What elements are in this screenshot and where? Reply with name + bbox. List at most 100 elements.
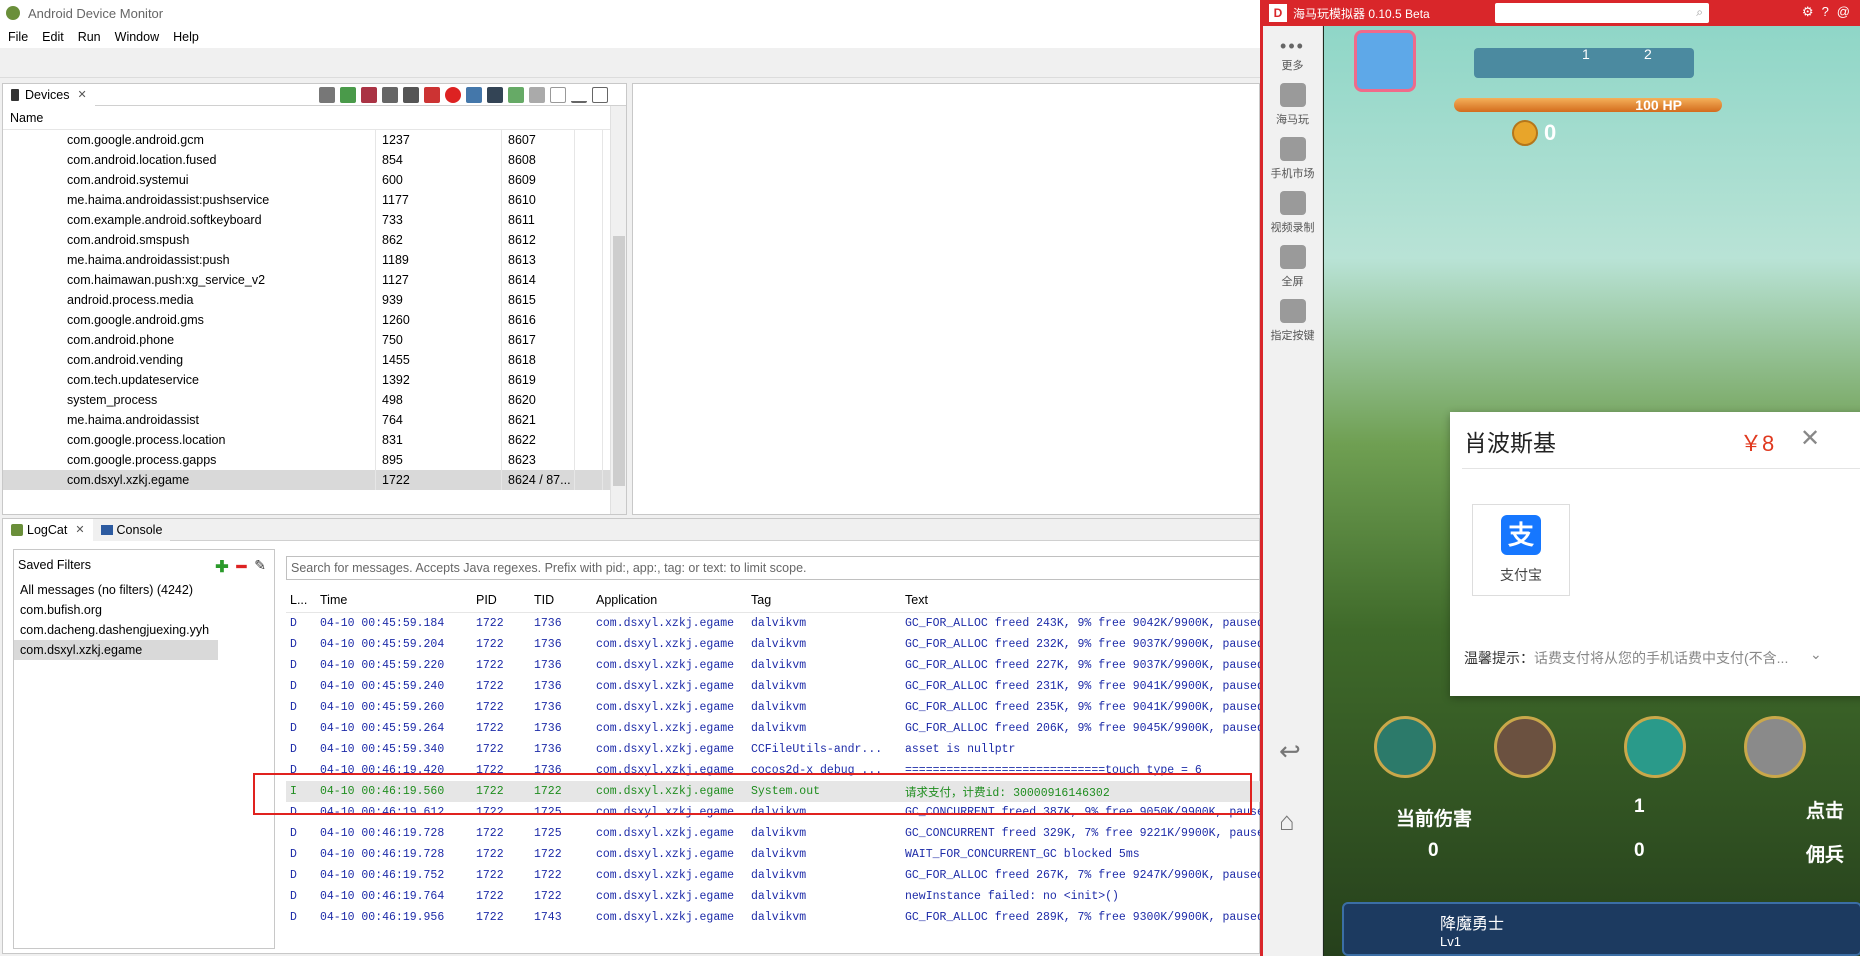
filter-item-selected[interactable]: com.dsxyl.xzkj.egame xyxy=(14,640,218,660)
process-row[interactable]: me.haima.androidassist:push 1189 8613 xyxy=(3,250,613,270)
process-row[interactable]: com.google.process.location 831 8622 xyxy=(3,430,613,450)
tab-logcat[interactable]: LogCat ✕ xyxy=(3,518,93,541)
alipay-button[interactable]: 支 支付宝 xyxy=(1472,504,1570,596)
gift-icon[interactable] xyxy=(1354,30,1416,92)
process-row[interactable]: com.dsxyl.xzkj.egame 1722 8624 / 87... xyxy=(3,470,613,490)
screen-capture-icon[interactable] xyxy=(466,87,482,103)
emulator-search-input[interactable]: ⌕ xyxy=(1495,3,1709,23)
process-row[interactable]: com.tech.updateservice 1392 8619 xyxy=(3,370,613,390)
process-row[interactable]: com.example.android.softkeyboard 733 8611 xyxy=(3,210,613,230)
process-row[interactable]: com.google.android.gms 1260 8616 xyxy=(3,310,613,330)
sidebar-home[interactable]: ⌂ xyxy=(1279,806,1295,837)
log-row[interactable]: D 04-10 00:45:59.340 1722 1736 com.dsxyl.xzk… xyxy=(286,739,1260,760)
log-row[interactable]: D 04-10 00:46:19.420 1722 1736 com.dsxyl.xzk… xyxy=(286,760,1260,781)
log-row[interactable]: D 04-10 00:45:59.260 1722 1736 com.dsxyl.xzk… xyxy=(286,697,1260,718)
process-row[interactable]: android.process.media 939 8615 xyxy=(3,290,613,310)
col-level[interactable]: L... xyxy=(286,593,316,607)
log-row[interactable]: D 04-10 00:46:19.956 1722 1743 com.dsxyl.xzk… xyxy=(286,907,1260,928)
menu-help[interactable]: Help xyxy=(173,30,199,44)
process-row[interactable]: me.haima.androidassist:pushservice 1177 86… xyxy=(3,190,613,210)
menu-edit[interactable]: Edit xyxy=(42,30,64,44)
filter-item[interactable]: com.bufish.org xyxy=(14,600,218,620)
log-row[interactable]: D 04-10 00:46:19.728 1722 1722 com.dsxyl.xzk… xyxy=(286,844,1260,865)
update-heap-icon[interactable] xyxy=(340,87,356,103)
view-menu-icon[interactable] xyxy=(550,87,566,103)
help-icon[interactable]: ? xyxy=(1822,4,1829,20)
log-text: GC_CONCURRENT freed 329K, 7% free 9221K/… xyxy=(905,827,1260,840)
edit-filter-icon[interactable]: ✎ xyxy=(254,557,266,577)
process-row[interactable]: com.android.phone 750 8617 xyxy=(3,330,613,350)
hero-card[interactable]: 降魔勇士 Lv1 xyxy=(1342,902,1860,956)
log-row[interactable]: D 04-10 00:46:19.612 1722 1725 com.dsxyl.xzk… xyxy=(286,802,1260,823)
cause-gc-icon[interactable] xyxy=(382,87,398,103)
process-row[interactable]: com.android.systemui 600 8609 xyxy=(3,170,613,190)
dump-view-hierarchy-icon[interactable] xyxy=(487,87,503,103)
process-row[interactable]: me.haima.androidassist 764 8621 xyxy=(3,410,613,430)
devices-header-name[interactable]: Name xyxy=(3,106,613,130)
stop-process-icon[interactable] xyxy=(445,87,461,103)
minimize-icon[interactable] xyxy=(571,87,587,103)
remove-filter-icon[interactable]: ━ xyxy=(237,557,247,577)
sidebar-item-record[interactable]: 视频录制 xyxy=(1263,191,1322,235)
col-application[interactable]: Application xyxy=(592,593,747,607)
skill-slot[interactable] xyxy=(1494,716,1556,778)
skill-slot[interactable] xyxy=(1624,716,1686,778)
systrace-icon[interactable] xyxy=(508,87,524,103)
maximize-icon[interactable] xyxy=(592,87,608,103)
skill-slot[interactable] xyxy=(1744,716,1806,778)
col-tid[interactable]: TID xyxy=(530,593,592,607)
process-row[interactable]: system_process 498 8620 xyxy=(3,390,613,410)
sidebar-item-haima[interactable]: 海马玩 xyxy=(1263,83,1322,127)
log-row[interactable]: D 04-10 00:45:59.220 1722 1736 com.dsxyl.xzk… xyxy=(286,655,1260,676)
tab-devices[interactable]: Devices ✕ xyxy=(3,83,95,106)
process-row[interactable]: com.haimawan.push:xg_service_v2 1127 8614 xyxy=(3,270,613,290)
sidebar-item-market[interactable]: 手机市场 xyxy=(1263,137,1322,181)
log-row[interactable]: D 04-10 00:46:19.764 1722 1722 com.dsxyl.xzk… xyxy=(286,886,1260,907)
process-row[interactable]: com.google.android.gcm 1237 8607 xyxy=(3,130,613,150)
skill-slot[interactable] xyxy=(1374,716,1436,778)
menu-file[interactable]: File xyxy=(8,30,28,44)
sidebar-item-fullscreen[interactable]: 全屏 xyxy=(1263,245,1322,289)
log-row[interactable]: D 04-10 00:45:59.240 1722 1736 com.dsxyl.xzk… xyxy=(286,676,1260,697)
sidebar-item-keymap[interactable]: 指定按键 xyxy=(1263,299,1322,343)
col-text[interactable]: Text xyxy=(901,593,1260,607)
log-row[interactable]: D 04-10 00:45:59.264 1722 1736 com.dsxyl.xzk… xyxy=(286,718,1260,739)
debug-icon[interactable] xyxy=(319,87,335,103)
tab-console[interactable]: Console xyxy=(92,518,171,541)
process-row[interactable]: com.google.process.gapps 895 8623 xyxy=(3,450,613,470)
payment-tip[interactable]: 温馨提示：话费支付将从您的手机话费中支付(不含... xyxy=(1464,648,1788,668)
add-filter-icon[interactable]: ✚ xyxy=(215,557,228,577)
search-icon[interactable]: ⌕ xyxy=(1696,5,1703,20)
chevron-down-icon[interactable]: ⌄ xyxy=(1810,646,1822,663)
at-icon[interactable]: @ xyxy=(1837,4,1850,20)
menu-run[interactable]: Run xyxy=(78,30,101,44)
opengl-trace-icon[interactable] xyxy=(529,87,545,103)
sidebar-item-more[interactable]: ••• 更多 xyxy=(1263,36,1322,73)
logcat-search-input[interactable]: Search for messages. Accepts Java regexe… xyxy=(286,556,1260,580)
log-row[interactable]: I 04-10 00:46:19.560 1722 1722 com.dsxyl.xzk… xyxy=(286,781,1260,802)
log-row[interactable]: D 04-10 00:46:19.728 1722 1725 com.dsxyl.xzk… xyxy=(286,823,1260,844)
sidebar-back[interactable]: ↩ xyxy=(1279,736,1301,767)
scroll-thumb[interactable] xyxy=(613,236,625,486)
dump-hprof-icon[interactable] xyxy=(361,87,377,103)
update-threads-icon[interactable] xyxy=(403,87,419,103)
col-tag[interactable]: Tag xyxy=(747,593,901,607)
close-icon[interactable]: ✕ xyxy=(1800,424,1820,453)
gear-icon[interactable]: ⚙ xyxy=(1802,4,1814,20)
process-row[interactable]: com.android.smspush 862 8612 xyxy=(3,230,613,250)
col-time[interactable]: Time xyxy=(316,593,472,607)
filter-item[interactable]: All messages (no filters) (4242) xyxy=(14,580,218,600)
game-screen[interactable]: 1 2 100 HP 0 当前伤害 0 1 0 点击 佣兵 降魔勇士 Lv1 肖… xyxy=(1324,26,1860,956)
log-row[interactable]: D 04-10 00:45:59.204 1722 1736 com.dsxyl.xzk… xyxy=(286,634,1260,655)
process-row[interactable]: com.android.location.fused 854 8608 xyxy=(3,150,613,170)
log-row[interactable]: D 04-10 00:46:19.752 1722 1722 com.dsxyl.xzk… xyxy=(286,865,1260,886)
log-row[interactable]: D 04-10 00:45:59.184 1722 1736 com.dsxyl.xzk… xyxy=(286,613,1260,634)
filter-item[interactable]: com.dacheng.dashengjuexing.yyh xyxy=(14,620,218,640)
col-pid[interactable]: PID xyxy=(472,593,530,607)
devices-scrollbar[interactable] xyxy=(610,106,626,514)
start-method-profiling-icon[interactable] xyxy=(424,87,440,103)
menu-window[interactable]: Window xyxy=(115,30,159,44)
process-row[interactable]: com.android.vending 1455 8618 xyxy=(3,350,613,370)
close-icon[interactable]: ✕ xyxy=(77,88,86,101)
close-icon[interactable]: ✕ xyxy=(75,523,84,536)
